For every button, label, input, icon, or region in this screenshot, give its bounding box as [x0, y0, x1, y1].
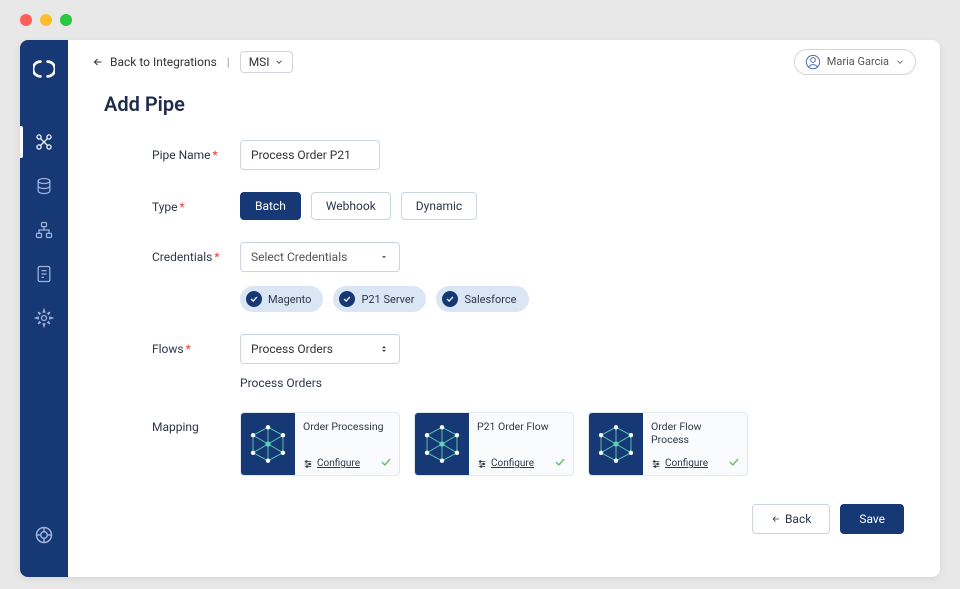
user-name: Maria Garcia [827, 55, 889, 68]
credentials-placeholder: Select Credentials [251, 250, 347, 264]
type-option-batch[interactable]: Batch [240, 192, 301, 220]
chevron-down-icon [895, 57, 905, 67]
chip-label: P21 Server [361, 293, 414, 306]
back-button-label: Back [785, 512, 811, 526]
mapping-card-p21-order-flow[interactable]: P21 Order Flow Configure [414, 412, 574, 476]
maximize-window-icon[interactable] [60, 14, 72, 26]
mapping-card-title: P21 Order Flow [477, 421, 565, 434]
flows-selected-value: Process Orders [251, 342, 333, 356]
mapping-card-title: Order Flow Process [651, 421, 739, 446]
mapping-card-order-flow-process[interactable]: Order Flow Process Configure [588, 412, 748, 476]
sliders-icon [303, 459, 313, 469]
nav-item-data[interactable] [20, 164, 68, 208]
label-credentials: Credentials* [104, 242, 240, 264]
user-avatar-icon [805, 54, 821, 70]
chip-label: Salesforce [464, 293, 516, 306]
topbar: Back to Integrations | MSI Maria Garcia [68, 40, 940, 84]
configure-link[interactable]: Configure [317, 458, 360, 469]
mapping-graph-icon [589, 413, 643, 475]
sliders-icon [651, 459, 661, 469]
sliders-icon [477, 459, 487, 469]
check-circle-icon [246, 291, 262, 307]
check-icon [553, 455, 567, 469]
label-type: Type* [104, 192, 240, 214]
back-link-label: Back to Integrations [110, 55, 217, 69]
mapping-graph-icon [415, 413, 469, 475]
minimize-window-icon[interactable] [40, 14, 52, 26]
check-circle-icon [442, 291, 458, 307]
user-menu[interactable]: Maria Garcia [794, 49, 916, 75]
flows-select[interactable]: Process Orders [240, 334, 400, 364]
label-mapping: Mapping [104, 412, 240, 434]
window-traffic-lights [20, 14, 72, 26]
mapping-card-title: Order Processing [303, 421, 391, 434]
back-to-integrations-link[interactable]: Back to Integrations [92, 55, 217, 69]
mapping-card-order-processing[interactable]: Order Processing Configure [240, 412, 400, 476]
page-title: Add Pipe [104, 92, 904, 116]
configure-link[interactable]: Configure [665, 458, 708, 469]
nav-item-docs[interactable] [20, 252, 68, 296]
credentials-select[interactable]: Select Credentials [240, 242, 400, 272]
credential-chip-magento[interactable]: Magento [240, 286, 323, 312]
nav-item-settings[interactable] [20, 296, 68, 340]
breadcrumb-divider: | [227, 55, 230, 69]
arrow-left-icon [92, 56, 104, 68]
app-logo-icon [33, 58, 55, 80]
caret-down-icon [379, 252, 389, 262]
nav-item-support[interactable] [20, 513, 68, 557]
save-button-label: Save [859, 512, 885, 526]
credential-chip-salesforce[interactable]: Salesforce [436, 286, 528, 312]
mapping-graph-icon [241, 413, 295, 475]
type-option-webhook[interactable]: Webhook [311, 192, 391, 220]
label-pipe-name: Pipe Name* [104, 140, 240, 162]
context-selector[interactable]: MSI [240, 51, 293, 73]
type-option-dynamic[interactable]: Dynamic [401, 192, 477, 220]
nav-item-hierarchy[interactable] [20, 208, 68, 252]
label-flows: Flows* [104, 334, 240, 356]
back-button[interactable]: Back [752, 504, 830, 534]
pipe-name-input[interactable] [240, 140, 380, 170]
context-selector-label: MSI [249, 55, 270, 69]
check-circle-icon [339, 291, 355, 307]
credential-chip-p21[interactable]: P21 Server [333, 286, 426, 312]
flows-subtext: Process Orders [240, 376, 904, 390]
arrow-left-icon [771, 514, 781, 524]
chip-label: Magento [268, 293, 311, 306]
save-button[interactable]: Save [840, 504, 904, 534]
configure-link[interactable]: Configure [491, 458, 534, 469]
sidebar [20, 40, 68, 577]
close-window-icon[interactable] [20, 14, 32, 26]
chevron-down-icon [274, 57, 284, 67]
sort-icon [379, 342, 389, 356]
check-icon [379, 455, 393, 469]
nav-item-integrations[interactable] [20, 120, 68, 164]
check-icon [727, 455, 741, 469]
